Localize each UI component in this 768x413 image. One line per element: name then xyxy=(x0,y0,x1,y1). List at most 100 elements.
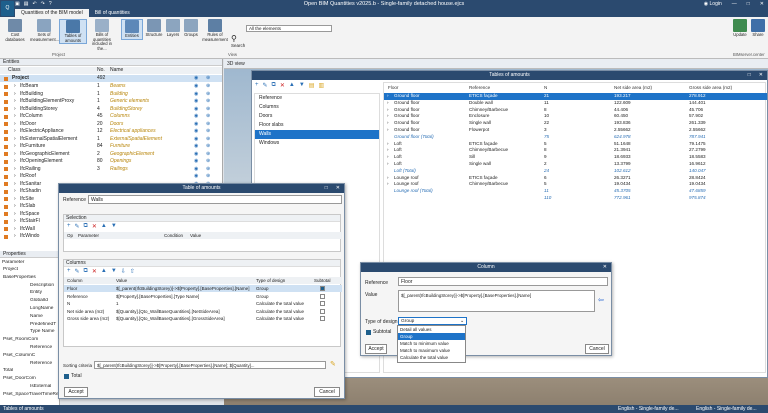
expand-icon[interactable]: › xyxy=(387,154,389,161)
search-scope-select[interactable]: All the elements xyxy=(246,25,332,32)
subtotal-checkbox[interactable] xyxy=(320,316,325,321)
subtotal-checkbox[interactable] xyxy=(320,293,325,299)
window-close-button[interactable]: ✕ xyxy=(759,71,763,80)
chevron-right-icon[interactable]: › xyxy=(14,188,16,195)
table-list-item[interactable]: Doors xyxy=(255,112,379,121)
visibility-icon[interactable]: ◉ xyxy=(194,143,198,150)
table-row[interactable]: › Lounge roof Chimney/Barbecue 5 19.0434 19.0… xyxy=(384,181,767,188)
expand-icon[interactable]: › xyxy=(387,161,389,168)
entity-row[interactable]: › IfcElectricAppliance 12 Electrical applia… xyxy=(0,128,222,135)
property-row[interactable]: Pset_ColumnC xyxy=(0,353,60,358)
add-icon[interactable]: ⊕ xyxy=(206,166,210,173)
add-icon[interactable]: + xyxy=(67,223,71,230)
table-row[interactable]: › Ground floor ETICS façade 21 193.217 278.91… xyxy=(384,93,767,100)
edit-sorting-icon[interactable]: ✎ xyxy=(330,360,336,368)
dropdown-option[interactable]: Match to maximum value xyxy=(398,347,465,354)
property-row[interactable]: LongName xyxy=(0,306,60,311)
chevron-right-icon[interactable]: › xyxy=(14,83,16,90)
visibility-icon[interactable]: ◉ xyxy=(194,113,198,120)
visibility-icon[interactable]: ◉ xyxy=(194,158,198,165)
expand-icon[interactable]: › xyxy=(387,141,389,148)
table-row[interactable]: › Loft Single wall 2 13.3799 16.9612 xyxy=(384,161,767,168)
dropdown-option[interactable]: Group xyxy=(398,333,465,340)
property-row[interactable]: Reference xyxy=(0,345,60,350)
chevron-right-icon[interactable]: › xyxy=(14,203,16,210)
insert-variable-icon[interactable]: ⇦ xyxy=(598,296,604,304)
chevron-right-icon[interactable]: › xyxy=(14,166,16,173)
property-row[interactable]: Total xyxy=(0,368,60,373)
dialog-close-button[interactable]: ✕ xyxy=(603,263,607,272)
entity-row[interactable]: › IfcRoof ◉ ⊕ xyxy=(0,173,222,180)
add-icon[interactable]: ⊕ xyxy=(206,136,210,143)
add-icon[interactable]: + xyxy=(67,268,71,275)
table-row[interactable]: › Ground floor Double wall 11 122.609 144.401 xyxy=(384,100,767,107)
property-row[interactable]: Reference xyxy=(0,361,60,366)
move-down-icon[interactable]: ▼ xyxy=(111,268,117,275)
add-icon[interactable]: + xyxy=(255,82,259,89)
app-logo[interactable]: Q xyxy=(1,1,14,16)
chevron-right-icon[interactable]: › xyxy=(14,226,16,233)
login-button[interactable]: ◉ Login xyxy=(704,1,722,7)
table-row[interactable]: › Lounge roof ETICS façade 6 26.3271 28.8424 xyxy=(384,175,767,182)
visibility-icon[interactable]: ◉ xyxy=(194,91,198,98)
dropdown-option[interactable]: Calculate the total value xyxy=(398,354,465,361)
chevron-right-icon[interactable]: › xyxy=(14,106,16,113)
subtotal-checkbox[interactable] xyxy=(320,286,325,291)
table-list-item[interactable]: Columns xyxy=(255,103,379,112)
column-row[interactable]: Floor $[_parent(IfcBuildingStorey)]->$[Pr… xyxy=(64,285,342,292)
column-row[interactable]: Reference $[Property].[BaseProperties].[T… xyxy=(64,293,342,300)
visibility-icon[interactable]: ◉ xyxy=(194,151,198,158)
expand-icon[interactable]: › xyxy=(387,147,389,154)
entity-row[interactable]: › IfcFurniture 84 Furniture ◉ ⊕ xyxy=(0,143,222,150)
chevron-right-icon[interactable]: › xyxy=(14,136,16,143)
dropdown-option[interactable]: Detail all values xyxy=(398,326,465,333)
column-row[interactable]: Net side area (m2) $[Quantity].[Qto_WallB… xyxy=(64,308,342,315)
subtotal-checkbox[interactable] xyxy=(366,330,371,335)
entity-project-row[interactable]: Project 492 ◉ ⊕ xyxy=(0,75,222,82)
visibility-icon[interactable]: ◉ xyxy=(194,75,198,82)
chevron-right-icon[interactable]: › xyxy=(14,181,16,188)
entity-row[interactable]: › IfcBuildingElementProxy 1 Generic element… xyxy=(0,98,222,105)
export-icon[interactable]: ⇧ xyxy=(130,268,135,275)
expand-icon[interactable]: › xyxy=(387,175,389,182)
visibility-icon[interactable]: ◉ xyxy=(194,98,198,105)
expand-icon[interactable]: › xyxy=(387,181,389,188)
move-up-icon[interactable]: ▲ xyxy=(289,82,295,89)
property-row[interactable]: Project xyxy=(0,267,60,272)
add-icon[interactable]: ⊕ xyxy=(206,151,210,158)
column-row[interactable]: N 1 Calculate the total value xyxy=(64,300,342,307)
export-icon[interactable]: ▥ xyxy=(318,82,324,89)
import-icon[interactable]: ⇩ xyxy=(121,268,126,275)
add-icon[interactable]: ⊕ xyxy=(206,75,210,82)
property-row[interactable]: GlobalId xyxy=(0,298,60,303)
chevron-right-icon[interactable]: › xyxy=(14,211,16,218)
table-row[interactable]: Ground floor (Total) 75 624.978 787.941 xyxy=(384,134,767,141)
expand-icon[interactable]: › xyxy=(387,120,389,127)
property-row[interactable]: Pset_RoomCom xyxy=(0,337,60,342)
property-row[interactable]: Entity xyxy=(0,290,60,295)
copy-icon[interactable]: ⧉ xyxy=(272,82,276,89)
copy-icon[interactable]: ⧉ xyxy=(84,223,88,230)
entity-row[interactable]: › IfcColumn 45 Columns ◉ ⊕ xyxy=(0,113,222,120)
entity-row[interactable]: › IfcRailing 3 Railings ◉ ⊕ xyxy=(0,166,222,173)
add-icon[interactable]: ⊕ xyxy=(206,91,210,98)
add-icon[interactable]: ⊕ xyxy=(206,121,210,128)
maximize-button[interactable]: □ xyxy=(747,1,750,7)
entity-row[interactable]: › IfcBuilding 1 Building ◉ ⊕ xyxy=(0,91,222,98)
structure-button[interactable]: Structure xyxy=(143,19,165,38)
table-row[interactable]: › Ground floor Flowerpot 3 2.55662 2.55662 xyxy=(384,127,767,134)
visibility-icon[interactable]: ◉ xyxy=(194,121,198,128)
property-row[interactable]: Name xyxy=(0,314,60,319)
entity-row[interactable]: › IfcDoor 20 Doors ◉ ⊕ xyxy=(0,121,222,128)
table-row[interactable]: Loft (Total) 24 102.612 140.047 xyxy=(384,168,767,175)
property-row[interactable]: Pset_SpaceTravelTimeReg xyxy=(0,392,60,397)
move-up-icon[interactable]: ▲ xyxy=(101,223,107,230)
chevron-right-icon[interactable]: › xyxy=(14,143,16,150)
add-icon[interactable]: ⊕ xyxy=(206,113,210,120)
expand-icon[interactable]: › xyxy=(387,107,389,114)
edit-icon[interactable]: ✎ xyxy=(75,268,80,275)
sorting-criteria-input[interactable]: $[_parent(IfcBuildingStorey)]->$[Propert… xyxy=(94,361,326,369)
table-list-item[interactable]: Walls xyxy=(255,130,379,139)
window-maximize-button[interactable]: □ xyxy=(748,71,751,80)
entity-row[interactable]: › IfcGeographicElement 2 GeographicElement ◉… xyxy=(0,151,222,158)
